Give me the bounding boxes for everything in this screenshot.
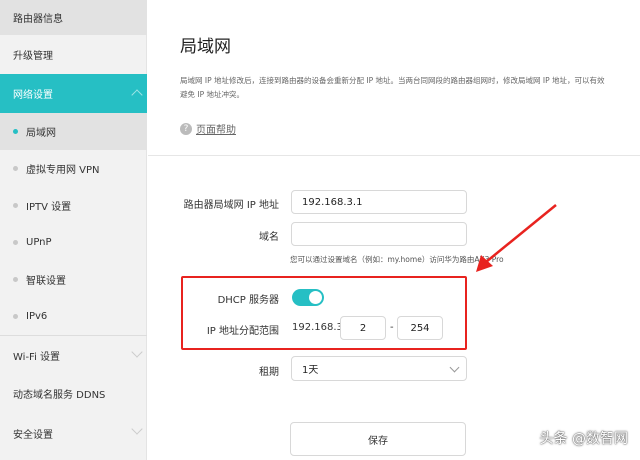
annotation-arrow [0,0,640,460]
watermark: 头条 @数智网 [540,428,628,448]
